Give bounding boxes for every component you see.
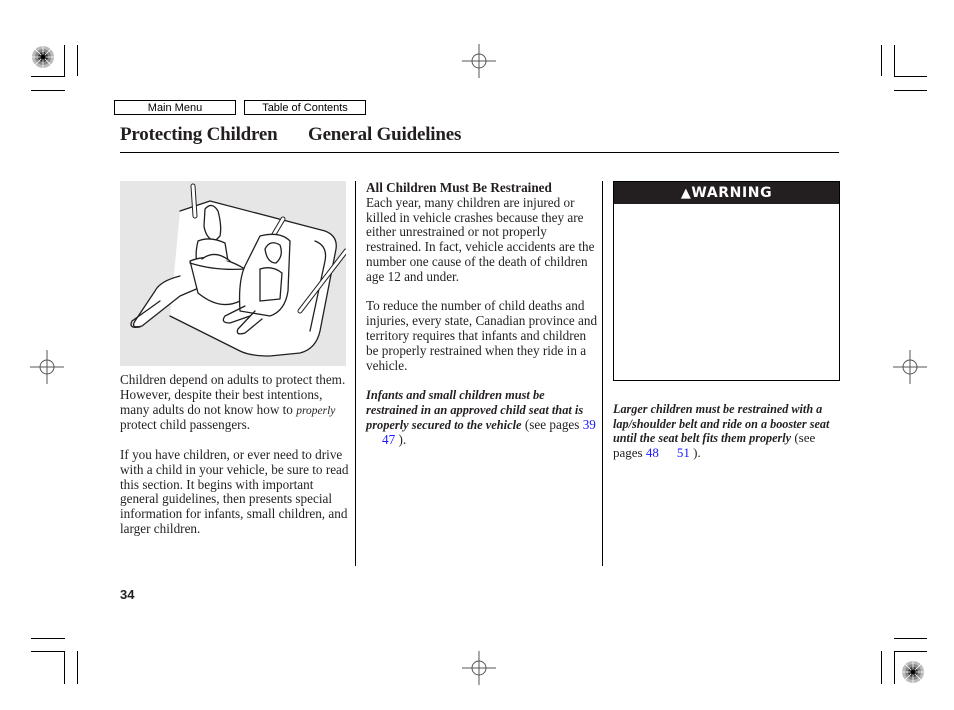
emphasis-properly: properly (296, 404, 336, 417)
registration-target-icon (902, 661, 924, 683)
column-2-text: All Children Must Be Restrained Each yea… (366, 180, 598, 447)
crop-mark-line (64, 45, 65, 76)
crop-mark-line (31, 651, 65, 652)
title-rule (120, 152, 839, 153)
page-link-39[interactable]: 39 (583, 417, 596, 432)
crop-mark-line (64, 651, 65, 684)
law-paragraph: To reduce the number of child deaths and… (366, 298, 598, 373)
main-menu-button[interactable]: Main Menu (114, 100, 236, 115)
column-divider (355, 181, 356, 566)
crop-mark-line (881, 651, 882, 684)
child-seat-drawing-icon (130, 183, 349, 357)
crop-mark-line (77, 45, 78, 76)
warning-label: WARNING (691, 185, 773, 201)
page-link-48[interactable]: 48 (646, 445, 659, 460)
crop-mark-line (894, 638, 927, 639)
column-1-text: Children depend on adults to protect the… (120, 372, 352, 537)
crosshair-icon (462, 44, 496, 78)
crosshair-icon (30, 350, 64, 384)
intro-paragraph: Children depend on adults to protect the… (120, 372, 346, 433)
crop-mark-line (894, 76, 927, 77)
warning-triangle-icon: ▲ (680, 186, 692, 201)
crosshair-icon (893, 350, 927, 384)
crop-mark-line (894, 90, 927, 91)
child-seat-illustration (120, 181, 349, 366)
warning-header: ▲WARNING (614, 182, 839, 204)
crop-mark-line (894, 651, 927, 652)
crop-mark-line (881, 45, 882, 76)
crosshair-icon (462, 651, 496, 685)
table-of-contents-button[interactable]: Table of Contents (244, 100, 366, 115)
subsection-title: General Guidelines (308, 124, 462, 145)
larger-children-note: Larger children must be restrained with … (613, 402, 830, 460)
crop-mark-line (31, 90, 65, 91)
page-number: 34 (120, 587, 135, 602)
restrained-heading: All Children Must Be Restrained (366, 180, 552, 195)
column-divider (602, 181, 603, 566)
section-overview-paragraph: If you have children, or ever need to dr… (120, 446, 349, 536)
crop-mark-line (894, 45, 895, 76)
warning-box: ▲WARNING (613, 181, 840, 381)
crop-mark-line (31, 638, 65, 639)
crop-mark-line (77, 651, 78, 684)
statistics-paragraph: Each year, many children are injured or … (366, 194, 595, 284)
page-link-51[interactable]: 51 (677, 445, 690, 460)
registration-target-icon (32, 46, 54, 68)
section-title: Protecting Children (120, 124, 278, 145)
infant-restraint-note: Infants and small children must be restr… (366, 388, 596, 447)
crop-mark-line (31, 76, 65, 77)
crop-mark-line (894, 651, 895, 684)
page-link-47[interactable]: 47 (382, 432, 395, 447)
column-3-text: Larger children must be restrained with … (613, 402, 841, 460)
